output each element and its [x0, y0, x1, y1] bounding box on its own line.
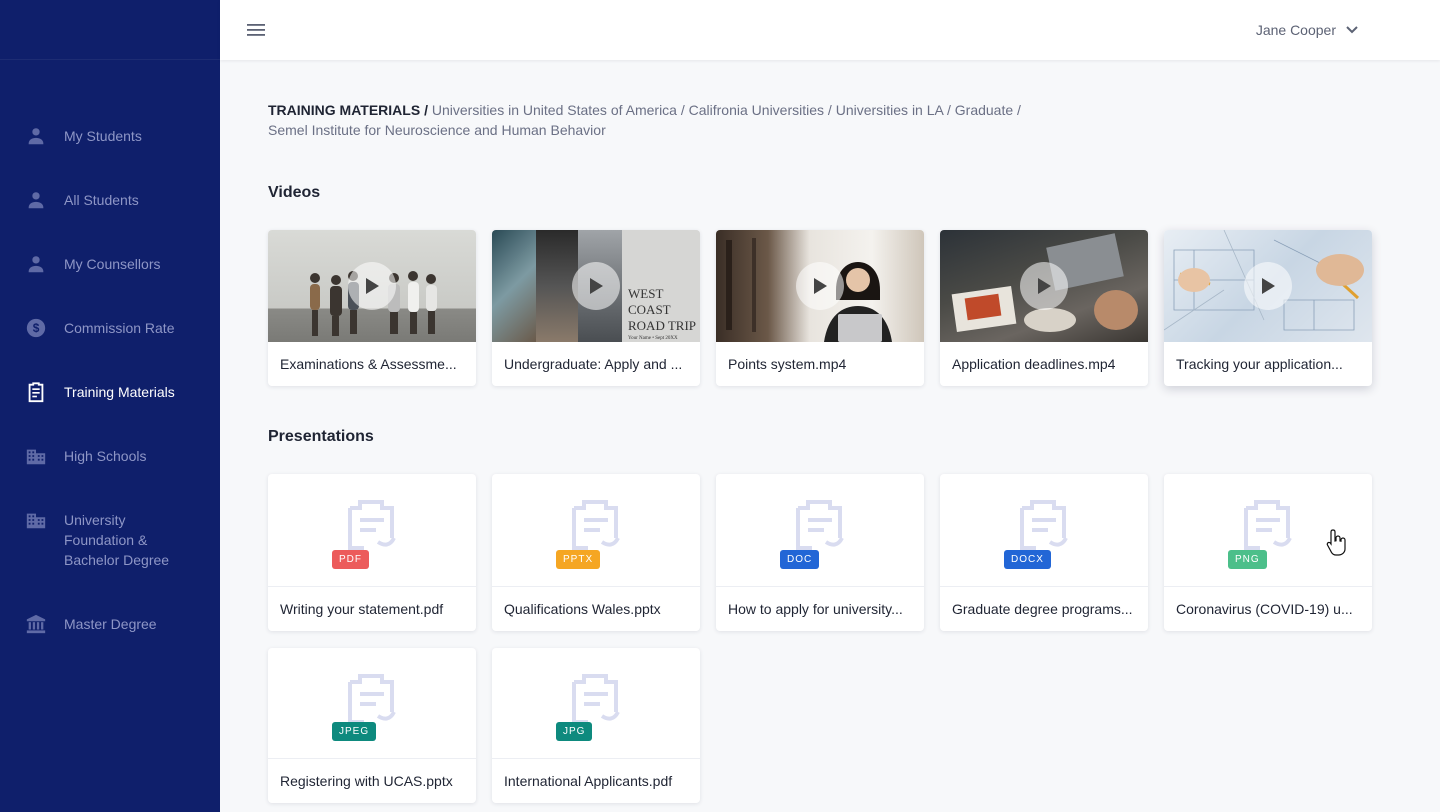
sidebar-item-label: University Foundation & Bachelor Degree [64, 512, 170, 568]
sidebar-item-label: Commission Rate [64, 320, 175, 336]
chevron-down-icon [1346, 26, 1358, 34]
sidebar-item-all-students[interactable]: All Students [0, 188, 220, 252]
person-icon [24, 252, 48, 276]
person-icon [24, 124, 48, 148]
breadcrumb-item[interactable]: Universities in LA [836, 102, 943, 118]
svg-text:$: $ [33, 321, 40, 335]
breadcrumb-item[interactable]: Califronia Universities [689, 102, 824, 118]
breadcrumb-item[interactable]: Graduate [955, 102, 1013, 118]
document-thumbnail: JPEG [268, 648, 476, 759]
videos-heading: Videos [268, 184, 321, 201]
video-card[interactable]: Tracking your application... [1164, 230, 1372, 386]
dollar-icon: $ [24, 316, 48, 340]
person-icon [24, 188, 48, 212]
breadcrumb-root[interactable]: TRAINING MATERIALS [268, 102, 420, 118]
sidebar-item-label: High Schools [64, 448, 147, 464]
presentation-title: Writing your statement.pdf [280, 601, 444, 617]
presentation-title: Coronavirus (COVID-19) u... [1176, 601, 1353, 617]
sidebar-logo-area [0, 0, 220, 60]
presentation-card[interactable]: DOCX Graduate degree programs... [940, 474, 1148, 631]
sidebar-item-label: My Students [64, 128, 142, 144]
hand-cursor-icon [1326, 529, 1346, 556]
sidebar-item-my-students[interactable]: My Students [0, 124, 220, 188]
sidebar-item-commission-rate[interactable]: $ Commission Rate [0, 316, 220, 380]
document-thumbnail: PDF [268, 474, 476, 587]
top-header: Jane Cooper [220, 0, 1440, 60]
file-type-badge: PPTX [556, 550, 601, 569]
sidebar-item-university-foundation[interactable]: University Foundation & Bachelor Degree [0, 508, 220, 612]
play-icon[interactable] [348, 262, 396, 310]
sidebar-item-training-materials[interactable]: Training Materials [0, 380, 220, 444]
sidebar-item-master-degree[interactable]: Master Degree [0, 612, 220, 676]
thumbnail-text: ROAD TRIP [628, 318, 697, 333]
building-icon [24, 508, 48, 532]
video-card[interactable]: Application deadlines.mp4 [940, 230, 1148, 386]
presentation-card[interactable]: DOC How to apply for university... [716, 474, 924, 631]
video-card[interactable]: Points system.mp4 [716, 230, 924, 386]
sidebar-item-high-schools[interactable]: High Schools [0, 444, 220, 508]
user-menu[interactable]: Jane Cooper [1256, 20, 1358, 40]
video-grid: Examinations & Assessme... WEST COAST RO… [268, 230, 1372, 386]
video-thumbnail [940, 230, 1148, 342]
sidebar-item-label: My Counsellors [64, 256, 161, 272]
sidebar: My Students All Students My Counsellors … [0, 0, 220, 812]
video-thumbnail [716, 230, 924, 342]
sidebar-item-label: All Students [64, 192, 139, 208]
video-title: Application deadlines.mp4 [952, 356, 1116, 372]
document-thumbnail: PPTX [492, 474, 700, 587]
file-type-badge: JPG [556, 722, 593, 741]
main-content: TRAINING MATERIALS / Universities in Uni… [268, 100, 1372, 803]
presentation-card[interactable]: PDF Writing your statement.pdf [268, 474, 476, 631]
file-type-badge: JPEG [332, 722, 377, 741]
presentation-title: International Applicants.pdf [504, 773, 673, 789]
presentation-title: How to apply for university... [728, 601, 903, 617]
presentation-title: Registering with UCAS.pptx [280, 773, 453, 789]
file-type-badge: DOC [780, 550, 820, 569]
file-type-badge: PDF [332, 550, 369, 569]
sidebar-item-my-counsellors[interactable]: My Counsellors [0, 252, 220, 316]
video-thumbnail [268, 230, 476, 342]
breadcrumb-item[interactable]: Universities in United States of America [432, 102, 677, 118]
video-card[interactable]: WEST COAST ROAD TRIP Your Name • Sept 20… [492, 230, 700, 386]
user-name: Jane Cooper [1255, 22, 1336, 38]
video-card[interactable]: Examinations & Assessme... [268, 230, 476, 386]
presentations-heading: Presentations [268, 428, 374, 445]
building-icon [24, 444, 48, 468]
video-title: Examinations & Assessme... [280, 356, 457, 372]
video-title: Undergraduate: Apply and ... [504, 356, 683, 372]
sidebar-item-label: Master Degree [64, 616, 157, 632]
file-type-badge: PNG [1228, 550, 1267, 569]
clipboard-icon [24, 380, 48, 404]
sidebar-nav: My Students All Students My Counsellors … [0, 124, 220, 676]
play-icon[interactable] [1020, 262, 1068, 310]
file-type-badge: DOCX [1004, 550, 1051, 569]
play-icon[interactable] [572, 262, 620, 310]
video-thumbnail: WEST COAST ROAD TRIP Your Name • Sept 20… [492, 230, 700, 342]
thumbnail-text: Your Name • Sept 20XX [628, 336, 678, 341]
sidebar-item-label: Training Materials [64, 384, 175, 400]
bank-icon [24, 612, 48, 636]
presentation-card[interactable]: JPEG Registering with UCAS.pptx [268, 648, 476, 803]
document-thumbnail: DOCX [940, 474, 1148, 587]
video-title: Points system.mp4 [728, 356, 847, 372]
breadcrumb: TRAINING MATERIALS / Universities in Uni… [268, 102, 1021, 138]
presentation-card[interactable]: PPTX Qualifications Wales.pptx [492, 474, 700, 631]
hamburger-menu-icon[interactable] [244, 18, 268, 42]
breadcrumb-item[interactable]: Semel Institute for Neuroscience and Hum… [268, 122, 606, 138]
document-thumbnail: JPG [492, 648, 700, 759]
play-icon[interactable] [1244, 262, 1292, 310]
video-thumbnail [1164, 230, 1372, 342]
presentation-title: Qualifications Wales.pptx [504, 601, 661, 617]
thumbnail-text: WEST COAST [628, 286, 671, 317]
video-title: Tracking your application... [1176, 356, 1343, 372]
presentation-card[interactable]: JPG International Applicants.pdf [492, 648, 700, 803]
presentation-grid: PDF Writing your statement.pdf PPTX Qual… [268, 474, 1372, 803]
presentation-title: Graduate degree programs... [952, 601, 1133, 617]
play-icon[interactable] [796, 262, 844, 310]
document-thumbnail: DOC [716, 474, 924, 587]
